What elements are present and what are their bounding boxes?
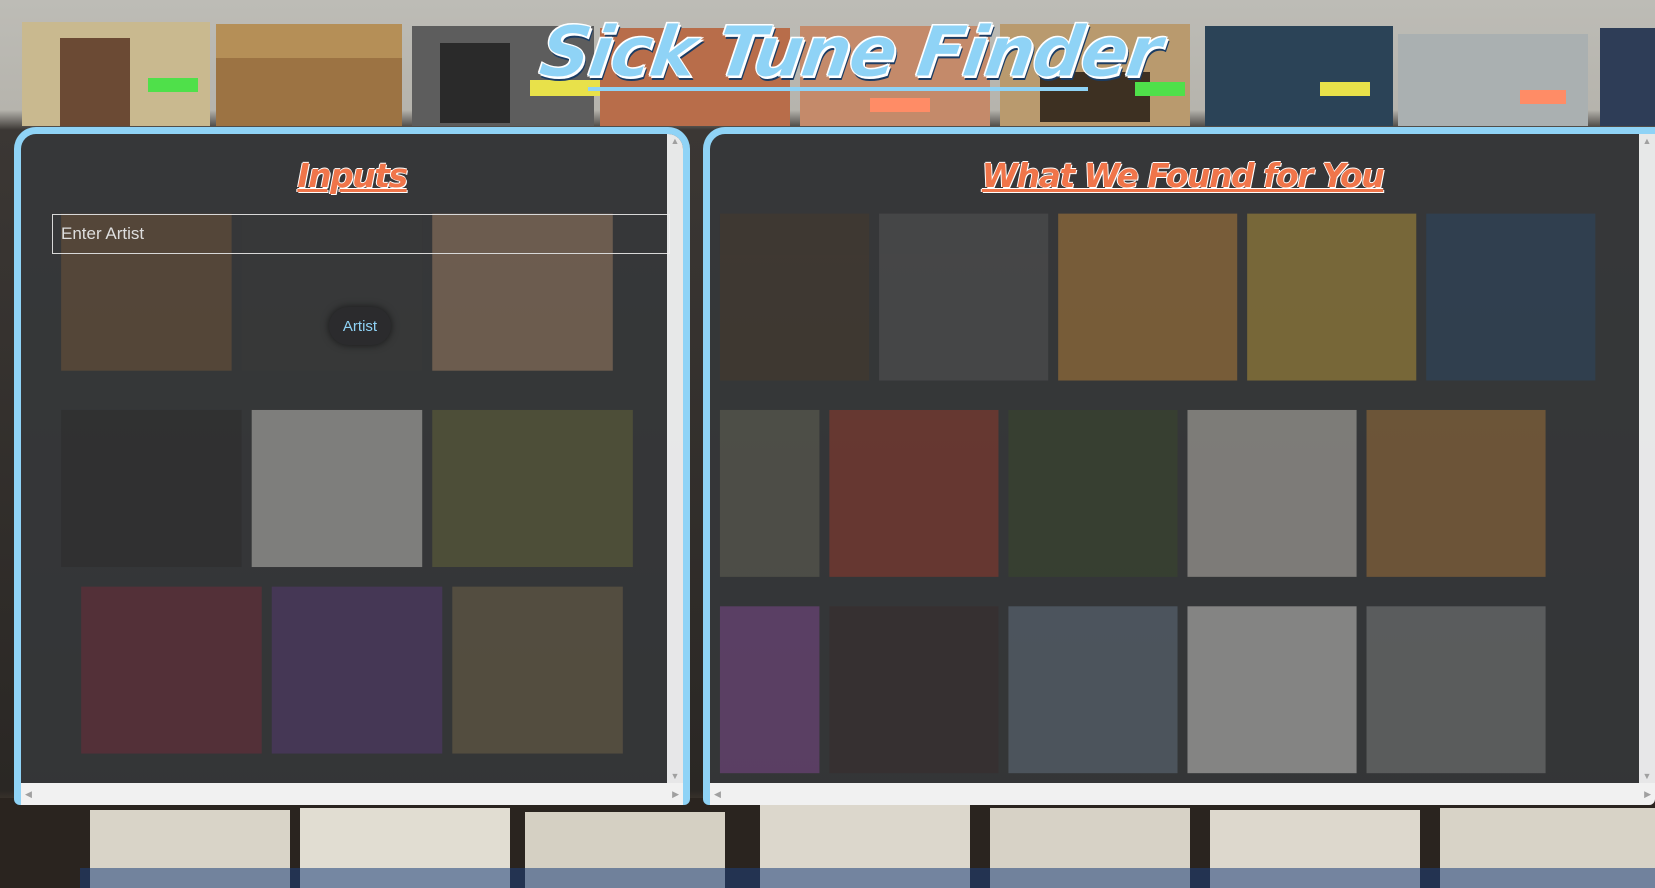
results-panel: What We Found for You ▲ ▼ ◀ ▶ bbox=[703, 127, 1655, 805]
title-underline bbox=[588, 87, 1088, 91]
artist-search-input[interactable] bbox=[52, 214, 670, 254]
artist-search-button[interactable]: Artist bbox=[329, 307, 391, 345]
results-vertical-scrollbar[interactable]: ▲ ▼ bbox=[1639, 134, 1655, 783]
page: Sick Tune Finder Inputs Artist ▲ ▼ bbox=[0, 0, 1655, 888]
scroll-right-arrow-icon[interactable]: ▶ bbox=[672, 789, 679, 799]
inputs-horizontal-scrollbar[interactable]: ◀ ▶ bbox=[21, 783, 683, 805]
scroll-up-arrow-icon[interactable]: ▲ bbox=[671, 136, 680, 146]
scroll-left-arrow-icon[interactable]: ◀ bbox=[714, 789, 721, 799]
scroll-left-arrow-icon[interactable]: ◀ bbox=[25, 789, 32, 799]
site-title: Sick Tune Finder bbox=[534, 11, 1166, 94]
inputs-panel: Inputs Artist ▲ ▼ ◀ ▶ bbox=[14, 127, 690, 805]
panel-blurred-background bbox=[21, 194, 683, 783]
background-record-bins bbox=[0, 798, 1655, 888]
scroll-right-arrow-icon[interactable]: ▶ bbox=[1644, 789, 1651, 799]
scroll-up-arrow-icon[interactable]: ▲ bbox=[1643, 136, 1652, 146]
scroll-down-arrow-icon[interactable]: ▼ bbox=[1643, 771, 1652, 781]
results-heading: What We Found for You bbox=[981, 156, 1385, 195]
panel-blurred-background bbox=[710, 194, 1655, 783]
results-horizontal-scrollbar[interactable]: ◀ ▶ bbox=[710, 783, 1655, 805]
scroll-down-arrow-icon[interactable]: ▼ bbox=[671, 771, 680, 781]
inputs-heading: Inputs bbox=[297, 156, 408, 195]
inputs-vertical-scrollbar[interactable]: ▲ ▼ bbox=[667, 134, 683, 783]
